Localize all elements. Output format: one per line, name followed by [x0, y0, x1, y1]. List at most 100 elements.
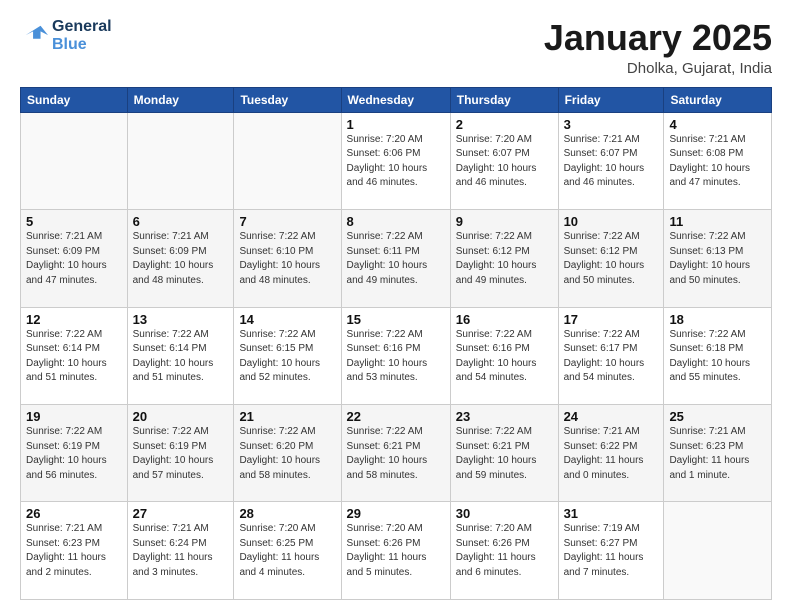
day-info: Sunrise: 7:20 AM Sunset: 6:26 PM Dayligh… — [456, 522, 553, 580]
day-info: Sunrise: 7:20 AM Sunset: 6:07 PM Dayligh… — [456, 133, 553, 191]
day-number: 24 — [564, 409, 659, 424]
calendar-week-2: 12Sunrise: 7:22 AM Sunset: 6:14 PM Dayli… — [21, 307, 772, 404]
day-info: Sunrise: 7:21 AM Sunset: 6:22 PM Dayligh… — [564, 425, 659, 483]
logo-icon — [20, 22, 48, 50]
calendar-week-3: 19 Sunrise: 7:22 AM Sunset: 6:19 PM Dayli… — [21, 405, 772, 502]
calendar-cell: 25Sunrise: 7:21 AM Sunset: 6:23 PM Dayli… — [664, 405, 772, 502]
calendar-cell — [234, 112, 341, 209]
calendar-week-0: 1Sunrise: 7:20 AM Sunset: 6:06 PM Daylig… — [21, 112, 772, 209]
day-number: 3 — [564, 117, 659, 132]
calendar-cell: 14Sunrise: 7:22 AM Sunset: 6:15 PM Dayli… — [234, 307, 341, 404]
day-number: 27 — [133, 506, 229, 521]
day-info: Sunrise: 7:22 AM Sunset: 6:12 PM Dayligh… — [564, 230, 659, 288]
calendar-cell — [664, 502, 772, 600]
day-info: Sunrise: 7:21 AM Sunset: 6:23 PM Dayligh… — [26, 522, 122, 580]
day-number: 21 — [239, 409, 335, 424]
calendar-cell: 26Sunrise: 7:21 AM Sunset: 6:23 PM Dayli… — [21, 502, 128, 600]
day-number: 17 — [564, 312, 659, 327]
calendar-cell: 1Sunrise: 7:20 AM Sunset: 6:06 PM Daylig… — [341, 112, 450, 209]
day-number: 25 — [669, 409, 766, 424]
day-info: Sunrise: 7:22 AM Sunset: 6:21 PM Dayligh… — [456, 425, 553, 483]
day-number: 16 — [456, 312, 553, 327]
day-info: Sunrise: 7:21 AM Sunset: 6:24 PM Dayligh… — [133, 522, 229, 580]
day-info: Sunrise: 7:22 AM Sunset: 6:20 PM Dayligh… — [239, 425, 335, 483]
calendar-cell: 20Sunrise: 7:22 AM Sunset: 6:19 PM Dayli… — [127, 405, 234, 502]
title-block: January 2025 Dholka, Gujarat, India — [544, 18, 772, 77]
day-info: Sunrise: 7:22 AM Sunset: 6:13 PM Dayligh… — [669, 230, 766, 288]
day-number: 18 — [669, 312, 766, 327]
header-saturday: Saturday — [664, 87, 772, 112]
calendar-cell: 17Sunrise: 7:22 AM Sunset: 6:17 PM Dayli… — [558, 307, 664, 404]
header: General Blue January 2025 Dholka, Gujara… — [20, 18, 772, 77]
calendar-table: Sunday Monday Tuesday Wednesday Thursday… — [20, 87, 772, 600]
day-number: 14 — [239, 312, 335, 327]
day-info: Sunrise: 7:22 AM Sunset: 6:11 PM Dayligh… — [347, 230, 445, 288]
day-number: 12 — [26, 312, 122, 327]
day-number: 20 — [133, 409, 229, 424]
day-number: 15 — [347, 312, 445, 327]
header-thursday: Thursday — [450, 87, 558, 112]
day-number: 2 — [456, 117, 553, 132]
day-number: 1 — [347, 117, 445, 132]
calendar-cell: 28Sunrise: 7:20 AM Sunset: 6:25 PM Dayli… — [234, 502, 341, 600]
day-number: 28 — [239, 506, 335, 521]
calendar-subtitle: Dholka, Gujarat, India — [544, 60, 772, 77]
day-info: Sunrise: 7:22 AM Sunset: 6:18 PM Dayligh… — [669, 328, 766, 386]
day-info: Sunrise: 7:22 AM Sunset: 6:21 PM Dayligh… — [347, 425, 445, 483]
header-friday: Friday — [558, 87, 664, 112]
calendar-cell: 22Sunrise: 7:22 AM Sunset: 6:21 PM Dayli… — [341, 405, 450, 502]
day-info: Sunrise: 7:22 AM Sunset: 6:16 PM Dayligh… — [456, 328, 553, 386]
calendar-week-4: 26Sunrise: 7:21 AM Sunset: 6:23 PM Dayli… — [21, 502, 772, 600]
calendar-header-row: Sunday Monday Tuesday Wednesday Thursday… — [21, 87, 772, 112]
calendar-cell: 19Sunrise: 7:22 AM Sunset: 6:19 PM Dayli… — [21, 405, 128, 502]
day-info: Sunrise: 7:20 AM Sunset: 6:26 PM Dayligh… — [347, 522, 445, 580]
calendar-week-1: 5Sunrise: 7:21 AM Sunset: 6:09 PM Daylig… — [21, 210, 772, 307]
day-info: Sunrise: 7:22 AM Sunset: 6:19 PM Dayligh… — [133, 425, 229, 483]
day-number: 4 — [669, 117, 766, 132]
calendar-cell: 30Sunrise: 7:20 AM Sunset: 6:26 PM Dayli… — [450, 502, 558, 600]
day-info: Sunrise: 7:22 AM Sunset: 6:17 PM Dayligh… — [564, 328, 659, 386]
logo-text: General Blue — [52, 18, 112, 54]
calendar-cell: 31Sunrise: 7:19 AM Sunset: 6:27 PM Dayli… — [558, 502, 664, 600]
calendar-cell: 7Sunrise: 7:22 AM Sunset: 6:10 PM Daylig… — [234, 210, 341, 307]
calendar-cell: 10Sunrise: 7:22 AM Sunset: 6:12 PM Dayli… — [558, 210, 664, 307]
calendar-cell: 6Sunrise: 7:21 AM Sunset: 6:09 PM Daylig… — [127, 210, 234, 307]
day-info: Sunrise: 7:22 AM Sunset: 6:14 PM Dayligh… — [133, 328, 229, 386]
calendar-cell: 15Sunrise: 7:22 AM Sunset: 6:16 PM Dayli… — [341, 307, 450, 404]
day-info: Sunrise: 7:22 AM Sunset: 6:14 PM Dayligh… — [26, 328, 122, 386]
day-info: Sunrise: 7:20 AM Sunset: 6:06 PM Dayligh… — [347, 133, 445, 191]
header-wednesday: Wednesday — [341, 87, 450, 112]
day-number: 29 — [347, 506, 445, 521]
day-number: 30 — [456, 506, 553, 521]
calendar-cell: 27Sunrise: 7:21 AM Sunset: 6:24 PM Dayli… — [127, 502, 234, 600]
day-info: Sunrise: 7:19 AM Sunset: 6:27 PM Dayligh… — [564, 522, 659, 580]
calendar-cell: 13Sunrise: 7:22 AM Sunset: 6:14 PM Dayli… — [127, 307, 234, 404]
day-info: Sunrise: 7:22 AM Sunset: 6:10 PM Dayligh… — [239, 230, 335, 288]
calendar-cell: 23Sunrise: 7:22 AM Sunset: 6:21 PM Dayli… — [450, 405, 558, 502]
calendar-cell — [127, 112, 234, 209]
header-sunday: Sunday — [21, 87, 128, 112]
day-number: 31 — [564, 506, 659, 521]
page: General Blue January 2025 Dholka, Gujara… — [0, 0, 792, 612]
day-number: 19 — [26, 409, 122, 424]
day-info: Sunrise: 7:22 AM Sunset: 6:12 PM Dayligh… — [456, 230, 553, 288]
day-number: 8 — [347, 214, 445, 229]
day-info: Sunrise: 7:21 AM Sunset: 6:09 PM Dayligh… — [26, 230, 122, 288]
calendar-cell: 12Sunrise: 7:22 AM Sunset: 6:14 PM Dayli… — [21, 307, 128, 404]
calendar-cell: 4Sunrise: 7:21 AM Sunset: 6:08 PM Daylig… — [664, 112, 772, 209]
day-info: Sunrise: 7:21 AM Sunset: 6:07 PM Dayligh… — [564, 133, 659, 191]
calendar-cell: 5Sunrise: 7:21 AM Sunset: 6:09 PM Daylig… — [21, 210, 128, 307]
calendar-cell: 29Sunrise: 7:20 AM Sunset: 6:26 PM Dayli… — [341, 502, 450, 600]
calendar-cell: 18Sunrise: 7:22 AM Sunset: 6:18 PM Dayli… — [664, 307, 772, 404]
day-number: 6 — [133, 214, 229, 229]
calendar-cell: 3Sunrise: 7:21 AM Sunset: 6:07 PM Daylig… — [558, 112, 664, 209]
logo: General Blue — [20, 18, 112, 54]
day-number: 11 — [669, 214, 766, 229]
day-info: Sunrise: 7:21 AM Sunset: 6:08 PM Dayligh… — [669, 133, 766, 191]
calendar-cell: 8Sunrise: 7:22 AM Sunset: 6:11 PM Daylig… — [341, 210, 450, 307]
day-info: Sunrise: 7:22 AM Sunset: 6:15 PM Dayligh… — [239, 328, 335, 386]
day-info: Sunrise: 7:21 AM Sunset: 6:09 PM Dayligh… — [133, 230, 229, 288]
day-number: 10 — [564, 214, 659, 229]
day-info: Sunrise: 7:20 AM Sunset: 6:25 PM Dayligh… — [239, 522, 335, 580]
calendar-cell: 9Sunrise: 7:22 AM Sunset: 6:12 PM Daylig… — [450, 210, 558, 307]
